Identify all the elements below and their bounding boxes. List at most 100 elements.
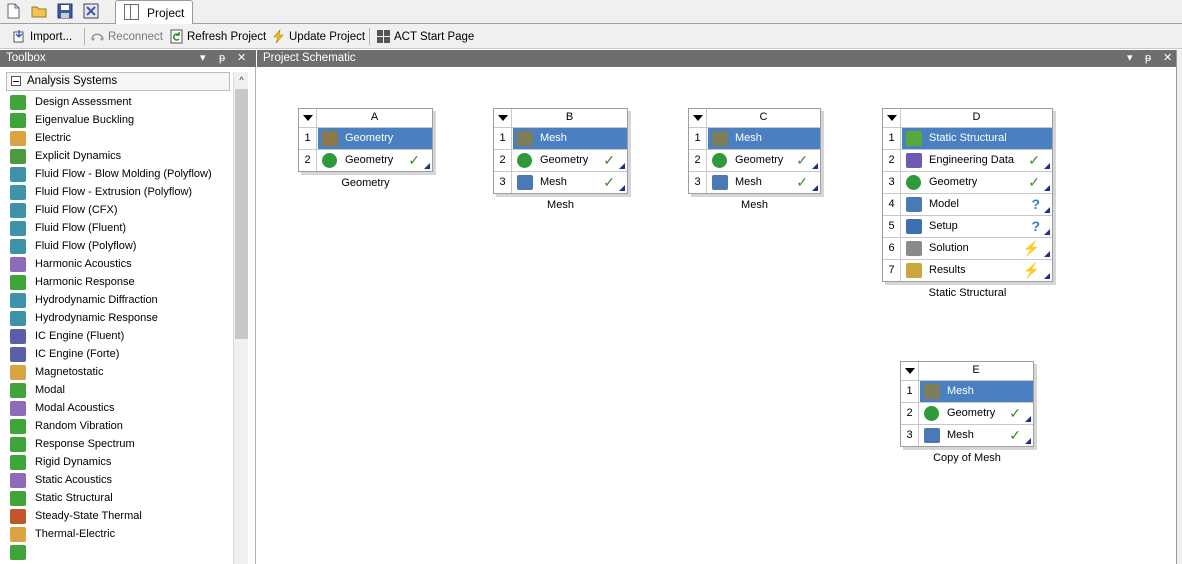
toolbox-item[interactable]: IC Engine (Fluent): [10, 327, 232, 345]
cell-body[interactable]: Geometry ✓: [920, 403, 1033, 424]
toolbox-item[interactable]: Modal: [10, 381, 232, 399]
system-cell[interactable]: 2 Engineering Data ✓: [883, 149, 1052, 171]
toolbox-item[interactable]: Fluid Flow (Polyflow): [10, 237, 232, 255]
cell-body[interactable]: Geometry ✓: [902, 172, 1052, 193]
scroll-up-icon[interactable]: ^: [234, 72, 249, 89]
archive-project-icon[interactable]: [82, 2, 100, 20]
cell-body[interactable]: Setup?: [902, 216, 1052, 237]
toolbox-item-label: Fluid Flow (Fluent): [35, 222, 127, 234]
system-cell[interactable]: 7 Results ⚡: [883, 259, 1052, 281]
close-icon[interactable]: ✕: [237, 50, 246, 67]
toolbox-item[interactable]: Rigid Dynamics: [10, 453, 232, 471]
system-cell[interactable]: 3 Mesh ✓: [494, 171, 627, 193]
toolbox-item[interactable]: Fluid Flow - Blow Molding (Polyflow): [10, 165, 232, 183]
toolbox-item[interactable]: Harmonic Acoustics: [10, 255, 232, 273]
toolbox-item[interactable]: Fluid Flow - Extrusion (Polyflow): [10, 183, 232, 201]
system-menu-dropdown-icon[interactable]: [901, 362, 919, 380]
system-menu-dropdown-icon[interactable]: [689, 109, 707, 127]
system-caption[interactable]: Static Structural: [882, 287, 1053, 299]
system-caption[interactable]: Mesh: [688, 199, 821, 211]
save-project-icon[interactable]: [56, 2, 74, 20]
cell-body[interactable]: Model?: [902, 194, 1052, 215]
system-caption[interactable]: Mesh: [493, 199, 628, 211]
toolbox-item[interactable]: Harmonic Response: [10, 273, 232, 291]
toolbox-item[interactable]: Design Assessment: [10, 93, 232, 111]
mesh-system-icon: [924, 384, 940, 399]
reconnect-button[interactable]: Reconnect: [90, 27, 163, 46]
system-cell[interactable]: 1 Geometry: [299, 127, 432, 149]
toolbox-item[interactable]: Static Acoustics: [10, 471, 232, 489]
toolbox-item[interactable]: IC Engine (Forte): [10, 345, 232, 363]
toolbox-item[interactable]: Random Vibration: [10, 417, 232, 435]
toolbox-item[interactable]: Magnetostatic: [10, 363, 232, 381]
toolbox-item[interactable]: Explicit Dynamics: [10, 147, 232, 165]
system-cell[interactable]: 2 Geometry ✓: [494, 149, 627, 171]
open-project-icon[interactable]: [30, 2, 48, 20]
system-cell[interactable]: 3 Mesh ✓: [689, 171, 820, 193]
cell-body[interactable]: Solution ⚡: [902, 238, 1052, 259]
system-cell[interactable]: 3 Geometry ✓: [883, 171, 1052, 193]
system-cell[interactable]: 2 Geometry ✓: [901, 402, 1033, 424]
toolbox-item[interactable]: Eigenvalue Buckling: [10, 111, 232, 129]
scrollbar-thumb[interactable]: [235, 89, 248, 339]
toolbox-item[interactable]: Fluid Flow (Fluent): [10, 219, 232, 237]
system-caption[interactable]: Copy of Mesh: [900, 452, 1034, 464]
update-project-button[interactable]: Update Project: [271, 27, 365, 46]
cell-body[interactable]: Mesh: [920, 381, 1033, 402]
toolbox-item[interactable]: Modal Acoustics: [10, 399, 232, 417]
pin-icon[interactable]: ᵽ: [219, 50, 225, 67]
system-cell[interactable]: 1 Mesh: [901, 380, 1033, 402]
toolbox-item[interactable]: Response Spectrum: [10, 435, 232, 453]
cell-body[interactable]: Mesh ✓: [513, 172, 627, 193]
explicit-icon: [10, 148, 26, 164]
system-cell[interactable]: 4 Model?: [883, 193, 1052, 215]
dropdown-icon[interactable]: ▾: [200, 50, 206, 67]
toolbox-item[interactable]: Fluid Flow (CFX): [10, 201, 232, 219]
cell-body[interactable]: Geometry ✓: [318, 150, 432, 171]
toolbar-separator: [84, 28, 85, 45]
system-cell[interactable]: 2 Geometry ✓: [689, 149, 820, 171]
dropdown-icon[interactable]: ▾: [1127, 50, 1133, 67]
system-caption[interactable]: Geometry: [298, 177, 433, 189]
toolbox-item[interactable]: Electric: [10, 129, 232, 147]
cell-body[interactable]: Static Structural: [902, 128, 1052, 149]
cell-body[interactable]: Geometry: [318, 128, 432, 149]
toolbox-item[interactable]: Steady-State Thermal: [10, 507, 232, 525]
cell-body[interactable]: Results ⚡: [902, 260, 1052, 281]
tab-project[interactable]: Project: [115, 0, 193, 24]
act-start-page-button[interactable]: ACT Start Page: [376, 27, 474, 46]
system-cell[interactable]: 1 Static Structural: [883, 127, 1052, 149]
toolbox-item[interactable]: Hydrodynamic Diffraction: [10, 291, 232, 309]
system-cell[interactable]: 1 Mesh: [494, 127, 627, 149]
refresh-project-button[interactable]: Refresh Project: [169, 27, 266, 46]
system-cell[interactable]: 1 Mesh: [689, 127, 820, 149]
system-menu-dropdown-icon[interactable]: [494, 109, 512, 127]
toolbox-item[interactable]: Hydrodynamic Response: [10, 309, 232, 327]
system-cell[interactable]: 5 Setup?: [883, 215, 1052, 237]
system-cell[interactable]: 3 Mesh ✓: [901, 424, 1033, 446]
system-cell[interactable]: 2 Geometry ✓: [299, 149, 432, 171]
cell-body[interactable]: Mesh: [513, 128, 627, 149]
cell-number: 6: [883, 238, 901, 259]
toolbox-scrollbar[interactable]: ^: [233, 72, 248, 564]
toolbox-item[interactable]: Thermal-Electric: [10, 525, 232, 543]
toolbox-item[interactable]: Static Structural: [10, 489, 232, 507]
analysis-systems-group[interactable]: Analysis Systems: [6, 72, 230, 91]
new-project-icon[interactable]: [4, 2, 22, 20]
cell-body[interactable]: Geometry ✓: [708, 150, 820, 171]
collapse-icon[interactable]: [11, 76, 21, 86]
system-menu-dropdown-icon[interactable]: [883, 109, 901, 127]
import-button[interactable]: Import...: [12, 27, 72, 46]
close-icon[interactable]: ✕: [1163, 50, 1172, 67]
cell-body[interactable]: Mesh ✓: [708, 172, 820, 193]
cell-corner-triangle-icon: [1025, 438, 1031, 444]
toolbox-item-label: Random Vibration: [35, 420, 123, 432]
pin-icon[interactable]: ᵽ: [1145, 50, 1151, 67]
cell-body[interactable]: Mesh: [708, 128, 820, 149]
toolbox-item[interactable]: [10, 543, 232, 561]
cell-body[interactable]: Mesh ✓: [920, 425, 1033, 446]
cell-body[interactable]: Engineering Data ✓: [902, 150, 1052, 171]
system-menu-dropdown-icon[interactable]: [299, 109, 317, 127]
cell-body[interactable]: Geometry ✓: [513, 150, 627, 171]
system-cell[interactable]: 6 Solution ⚡: [883, 237, 1052, 259]
